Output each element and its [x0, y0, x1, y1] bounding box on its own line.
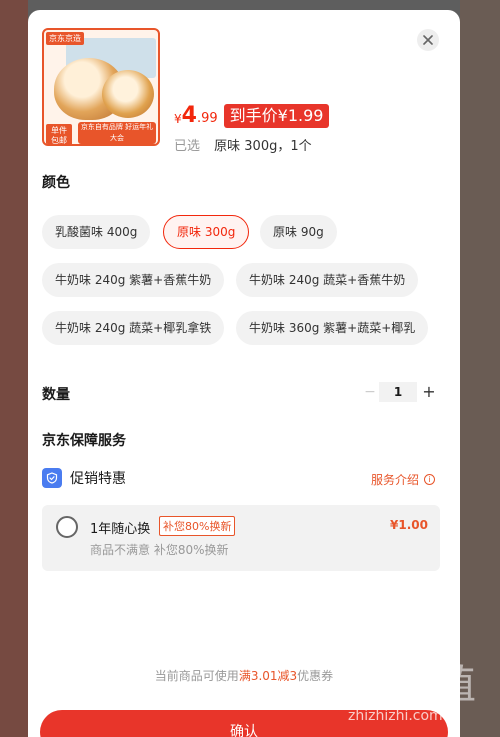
coupon-prefix: 当前商品可使用: [154, 669, 239, 683]
quantity-increase-button[interactable]: +: [421, 382, 437, 402]
promo-label: 促销特惠: [70, 471, 126, 487]
service-name: 1年随心换: [90, 522, 151, 537]
shield-icon: [42, 468, 62, 488]
promo-row: 促销特惠: [42, 468, 126, 488]
info-icon: i: [424, 474, 436, 485]
color-option-0[interactable]: 乳酸菌味 400g: [42, 215, 151, 249]
selected-summary: 已选 原味 300g，1个: [174, 135, 312, 154]
price-row: ¥ 4 .99 到手价¥1.99: [174, 103, 330, 128]
price-integer: 4: [181, 103, 197, 128]
background-right-edge: [460, 0, 500, 737]
sku-selection-sheet: 京东京造 单件包邮 京东自有品牌 好运年礼大会 ¥ 4 .99 到手价¥1.99…: [28, 10, 460, 737]
quantity-decrease-button[interactable]: −: [362, 384, 378, 400]
coupon-suffix: 优惠券: [297, 669, 334, 683]
color-option-3[interactable]: 牛奶味 240g 紫薯+香蕉牛奶: [42, 263, 225, 297]
image-banner: 京东自有品牌 好运年礼大会: [78, 122, 156, 144]
bread-graphic-2: [102, 70, 154, 118]
product-image[interactable]: 京东京造 单件包邮 京东自有品牌 好运年礼大会: [42, 28, 160, 146]
final-price-badge: 到手价¥1.99: [223, 103, 330, 128]
color-section-title: 颜色: [42, 175, 70, 191]
price-decimal: .99: [196, 111, 218, 126]
selected-label: 已选: [174, 139, 201, 154]
close-icon: [423, 35, 433, 45]
service-radio-button[interactable]: [56, 516, 78, 538]
image-logo: 京东京造: [46, 32, 84, 45]
color-option-6[interactable]: 牛奶味 360g 紫薯+蔬菜+椰乳: [236, 311, 429, 345]
color-option-4[interactable]: 牛奶味 240g 蔬菜+香蕉牛奶: [236, 263, 419, 297]
selected-value: 原味 300g，1个: [214, 139, 312, 154]
close-button[interactable]: [417, 29, 439, 51]
color-option-5[interactable]: 牛奶味 240g 蔬菜+椰乳拿铁: [42, 311, 225, 345]
service-price: ¥1.00: [390, 518, 428, 532]
service-tag: 补您80%换新: [159, 516, 236, 536]
watermark-logo-text: 值值值: [352, 662, 478, 708]
price-symbol: ¥: [174, 111, 182, 126]
quantity-title: 数量: [42, 387, 70, 403]
watermark: 值值值 zhizhizhi.com: [344, 652, 494, 732]
image-free-shipping-tag: 单件包邮: [46, 124, 72, 144]
color-option-1[interactable]: 原味 300g: [163, 215, 250, 249]
service-option-card[interactable]: 1年随心换 补您80%换新 ¥1.00 商品不满意 补您80%换新: [42, 505, 440, 571]
service-description: 商品不满意 补您80%换新: [90, 543, 229, 557]
quantity-value[interactable]: 1: [379, 382, 417, 402]
watermark-url: zhizhizhi.com: [348, 708, 443, 724]
service-section-title: 京东保障服务: [42, 433, 126, 449]
color-option-2[interactable]: 原味 90g: [260, 215, 337, 249]
service-intro-label: 服务介绍: [371, 473, 420, 487]
background-left-edge: [0, 0, 28, 737]
service-intro-link[interactable]: 服务介绍 i: [371, 471, 436, 488]
coupon-highlight: 满3.01减3: [238, 669, 298, 683]
